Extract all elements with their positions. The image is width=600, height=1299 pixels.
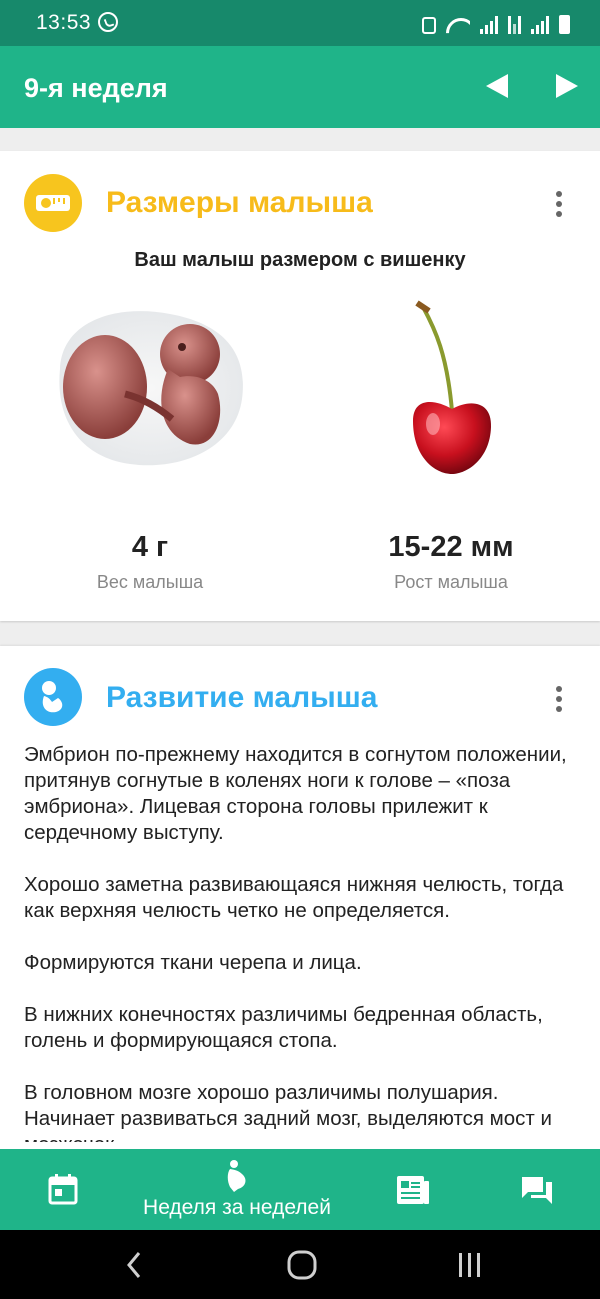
height-stat: 15-22 мм Рост малыша: [331, 531, 571, 593]
cherry-image: [413, 300, 492, 474]
more-dot: [556, 706, 562, 712]
development-card-title: Развитие малыша: [106, 681, 378, 714]
more-dot: [556, 201, 562, 207]
next-week-button[interactable]: [548, 66, 588, 106]
height-label: Рост малыша: [394, 572, 508, 592]
nav-calendar[interactable]: [40, 1149, 86, 1230]
status-icons: [422, 12, 570, 34]
prev-week-button[interactable]: [480, 66, 520, 106]
nav-chat[interactable]: [515, 1149, 561, 1230]
baby-icon: [24, 668, 82, 726]
recents-icon[interactable]: [455, 1250, 485, 1280]
weight-label: Вес малыша: [96, 572, 204, 592]
arrow-left-icon: [486, 74, 508, 98]
top-app-bar: 9-я неделя: [0, 46, 600, 128]
baby-size-card: Размеры малыша Ваш малыш размером с више…: [0, 151, 600, 621]
nav-week-by-week[interactable]: Неделя за неделей: [130, 1149, 344, 1230]
signal-icon: [531, 16, 549, 34]
development-text: Эмбрион по-прежнему находится в согнутом…: [24, 742, 584, 1142]
bottom-navigation: Неделя за неделей: [0, 1149, 600, 1230]
development-paragraph: Хорошо заметна развивающаяся нижняя челю…: [24, 873, 564, 922]
wifi-icon: [446, 16, 470, 34]
development-paragraph: В головном мозге хорошо различимы полуша…: [24, 1081, 552, 1142]
more-dot: [556, 696, 562, 702]
more-dot: [556, 211, 562, 217]
signal-icon: [480, 16, 498, 34]
calendar-icon: [48, 1174, 78, 1205]
development-paragraph: В нижних конечностях различимы бедренная…: [24, 1003, 543, 1052]
status-bar: 13:53: [0, 0, 600, 46]
weight-stat: 4 г Вес малыша: [30, 531, 270, 593]
development-card-menu-button[interactable]: [547, 683, 571, 715]
page-title: 9-я неделя: [24, 73, 168, 103]
tape-measure-icon: [24, 174, 82, 232]
back-icon[interactable]: [124, 1250, 144, 1280]
more-dot: [556, 686, 562, 692]
baby-development-card: Развитие малыша Эмбрион по-прежнему нахо…: [0, 646, 600, 1186]
articles-icon: [397, 1176, 429, 1204]
size-card-title: Размеры малыша: [106, 186, 373, 219]
size-comparison-caption: Ваш малыш размером с вишенку: [134, 249, 466, 271]
home-icon[interactable]: [287, 1250, 317, 1280]
size-card-menu-button[interactable]: [547, 188, 571, 220]
system-navigation-bar: [0, 1230, 600, 1299]
whatsapp-icon: [98, 12, 118, 32]
weight-value: 4 г: [131, 531, 169, 563]
battery-icon: [559, 15, 570, 34]
more-dot: [556, 191, 562, 197]
data-icon: [508, 16, 521, 34]
pregnancy-icon: [227, 1160, 246, 1192]
nav-week-by-week-label: Неделя за неделей: [143, 1196, 331, 1219]
lock-icon: [422, 17, 436, 34]
arrow-right-icon: [556, 74, 578, 98]
height-value: 15-22 мм: [388, 531, 514, 563]
embryo-image: [59, 311, 243, 466]
nav-articles[interactable]: [390, 1149, 436, 1230]
status-time: 13:53: [36, 11, 92, 34]
development-paragraph: Эмбрион по-прежнему находится в согнутом…: [24, 743, 567, 844]
chat-icon: [522, 1177, 552, 1204]
development-paragraph: Формируются ткани черепа и лица.: [24, 951, 362, 974]
